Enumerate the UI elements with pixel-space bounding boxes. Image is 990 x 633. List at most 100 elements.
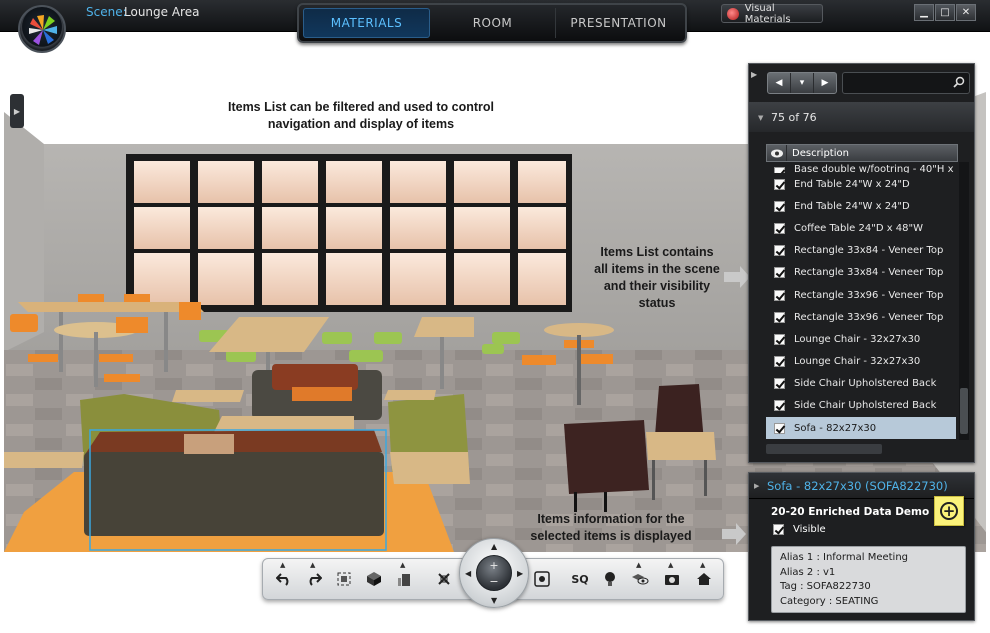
list-item[interactable]: Lounge Chair - 32x27x30: [766, 328, 956, 350]
dimension-icon[interactable]: ▲: [391, 561, 417, 593]
items-list-panel: ◀ ▾ ▶ ▼ 75 of 76 Description Base double…: [748, 63, 975, 463]
search-input[interactable]: [842, 72, 970, 94]
main-tabs: MATERIALS ROOM PRESENTATION: [297, 3, 687, 43]
visibility-checkbox[interactable]: [774, 178, 785, 190]
app-logo[interactable]: [18, 5, 66, 53]
home-icon[interactable]: ▲: [691, 561, 717, 593]
visibility-checkbox[interactable]: [774, 400, 785, 412]
eye-icon[interactable]: [767, 145, 787, 161]
list-item-label: End Table 24"W x 24"D: [794, 178, 910, 190]
visible-checkbox[interactable]: [773, 524, 784, 535]
sq-label: SQ: [571, 572, 589, 586]
visibility-checkbox[interactable]: [774, 245, 785, 257]
scroll-thumb[interactable]: [960, 388, 968, 434]
item-count-bar[interactable]: ▼ 75 of 76: [749, 102, 974, 132]
scene-name: Lounge Area: [124, 5, 200, 19]
hide-icon[interactable]: ▲: [627, 561, 653, 593]
property-alias2: Alias 2 : v1: [780, 566, 836, 578]
list-item-label: Rectangle 33x84 - Veneer Top: [794, 245, 944, 257]
window-controls: ▁ □ ✕: [914, 4, 976, 21]
visibility-checkbox[interactable]: [774, 289, 785, 301]
visibility-checkbox[interactable]: [774, 200, 785, 212]
list-item[interactable]: Sofa - 82x27x30: [766, 417, 956, 440]
camera-icon[interactable]: ▲: [659, 561, 685, 593]
maximize-icon[interactable]: □: [935, 4, 955, 21]
list-item-label: Coffee Table 24"D x 48"W: [794, 222, 924, 234]
zoom-in-icon[interactable]: +: [477, 560, 511, 571]
info-collapse-icon[interactable]: ▶: [754, 482, 759, 490]
list-item[interactable]: Lounge Chair - 32x27x30: [766, 351, 956, 373]
list-navigation-buttons: ◀ ▾ ▶: [767, 72, 837, 94]
list-item[interactable]: Side Chair Upholstered Back: [766, 395, 956, 417]
minimize-icon[interactable]: ▁: [914, 4, 934, 21]
list-item-label: Rectangle 33x84 - Veneer Top: [794, 267, 944, 279]
nav-right-icon[interactable]: ▶: [517, 569, 523, 578]
list-item[interactable]: Rectangle 33x96 - Veneer Top: [766, 306, 956, 328]
nav-down-icon[interactable]: ▼: [491, 596, 497, 605]
list-item[interactable]: End Table 24"W x 24"D: [766, 195, 956, 217]
list-item-label: Base double w/footring - 40"H x 36": [794, 164, 956, 173]
horizontal-scrollbar[interactable]: [766, 444, 882, 454]
left-panel-expand-icon[interactable]: ▶: [10, 94, 24, 128]
sq-button[interactable]: SQ: [567, 565, 593, 593]
visibility-checkbox[interactable]: [774, 378, 785, 390]
list-item[interactable]: End Table 24"W x 24"D: [766, 173, 956, 195]
list-item-label: Sofa - 82x27x30: [794, 422, 877, 434]
redo-icon[interactable]: ▲: [301, 561, 327, 593]
visibility-checkbox[interactable]: [774, 311, 785, 323]
list-item[interactable]: Coffee Table 24"D x 48"W: [766, 217, 956, 239]
list-scrollbar[interactable]: [959, 162, 969, 440]
zoom-control[interactable]: + −: [476, 555, 512, 591]
pan-icon[interactable]: [431, 565, 457, 593]
list-item-label: Side Chair Upholstered Back: [794, 400, 937, 412]
property-tag: Tag : SOFA822730: [780, 581, 871, 592]
light-icon[interactable]: [597, 565, 623, 593]
undo-icon[interactable]: ▲: [271, 561, 297, 593]
tab-room[interactable]: ROOM: [430, 8, 556, 38]
panel-collapse-icon[interactable]: ▶: [751, 70, 757, 79]
plus-icon: +: [940, 502, 958, 520]
list-item[interactable]: Rectangle 33x84 - Veneer Top: [766, 262, 956, 284]
list-item[interactable]: Rectangle 33x96 - Veneer Top: [766, 284, 956, 306]
nav-up-icon[interactable]: ▲: [491, 542, 497, 551]
list-item-label: End Table 24"W x 24"D: [794, 200, 910, 212]
list-item[interactable]: Rectangle 33x84 - Veneer Top: [766, 240, 956, 262]
description-column-header[interactable]: Description: [787, 148, 849, 159]
list-item-label: Lounge Chair - 32x27x30: [794, 333, 921, 345]
fit-view-icon[interactable]: [529, 565, 555, 593]
dropdown-icon[interactable]: ▾: [791, 73, 814, 93]
navigation-disc[interactable]: ▲ ▼ ◀ ▶ + −: [459, 538, 529, 608]
next-icon[interactable]: ▶: [814, 73, 836, 93]
list-item[interactable]: Base double w/footring - 40"H x 36": [766, 162, 956, 173]
annotation-items-list: Items List contains all items in the sce…: [594, 245, 720, 310]
nav-left-icon[interactable]: ◀: [465, 569, 471, 578]
visible-toggle[interactable]: Visible: [773, 524, 826, 535]
zoom-out-icon[interactable]: −: [477, 576, 511, 587]
visibility-checkbox[interactable]: [774, 356, 785, 368]
item-properties: Alias 1 : Informal Meeting Alias 2 : v1 …: [771, 546, 966, 613]
close-icon[interactable]: ✕: [956, 4, 976, 21]
scene-label: Scene:: [86, 5, 127, 19]
list-item-label: Lounge Chair - 32x27x30: [794, 356, 921, 368]
tab-presentation[interactable]: PRESENTATION: [556, 8, 681, 38]
previous-icon[interactable]: ◀: [768, 73, 791, 93]
items-list: Base double w/footring - 40"H x 36" End T…: [766, 162, 956, 440]
property-category: Category : SEATING: [780, 595, 879, 607]
add-note-button[interactable]: +: [934, 496, 964, 526]
search-icon[interactable]: [953, 76, 965, 88]
list-header: Description: [766, 144, 958, 162]
visibility-checkbox[interactable]: [774, 222, 785, 234]
visibility-checkbox[interactable]: [774, 267, 785, 279]
list-item-label: Side Chair Upholstered Back: [794, 378, 937, 390]
selected-item-title: Sofa - 82x27x30 (SOFA822730): [767, 479, 948, 493]
cube-icon[interactable]: [361, 565, 387, 593]
visibility-checkbox[interactable]: [774, 333, 785, 345]
collapse-icon[interactable]: ▼: [758, 114, 763, 122]
dataset-name: 20-20 Enriched Data Demo: [771, 506, 930, 518]
visibility-checkbox[interactable]: [774, 422, 785, 434]
zoom-fit-icon[interactable]: [331, 565, 357, 593]
property-alias1: Alias 1 : Informal Meeting: [780, 552, 909, 563]
visual-materials-button[interactable]: Visual Materials: [721, 3, 823, 25]
list-item[interactable]: Side Chair Upholstered Back: [766, 373, 956, 395]
tab-materials[interactable]: MATERIALS: [303, 8, 430, 38]
